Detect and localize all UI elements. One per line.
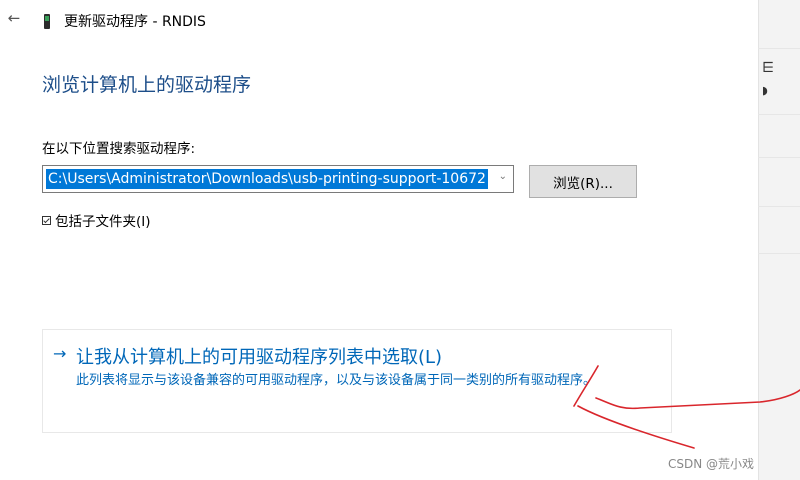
background-separator [758, 253, 800, 254]
right-arrow-icon: → [53, 344, 67, 363]
driver-path-value[interactable]: C:\Users\Administrator\Downloads\usb-pri… [46, 169, 488, 189]
background-separator [758, 206, 800, 207]
include-subfolders-label: 包括子文件夹(I) [55, 214, 151, 230]
background-separator [758, 48, 800, 49]
pick-from-list-title[interactable]: 让我从计算机上的可用驱动程序列表中选取(L) [76, 343, 442, 369]
pick-from-list-description: 此列表将显示与该设备兼容的可用驱动程序，以及与该设备属于同一类别的所有驱动程序。 [76, 373, 597, 388]
window-title: 更新驱动程序 - RNDIS [64, 14, 206, 30]
include-subfolders-checkbox[interactable] [42, 215, 51, 225]
background-glyph-icon: ◗ [762, 84, 768, 97]
device-icon [44, 13, 50, 29]
page-heading: 浏览计算机上的驱动程序 [42, 74, 252, 96]
back-arrow-icon[interactable]: ← [4, 8, 24, 28]
pick-from-list-option[interactable]: → 让我从计算机上的可用驱动程序列表中选取(L) 此列表将显示与该设备兼容的可用… [42, 329, 672, 433]
background-glyph-icon: ⋿ [762, 60, 775, 76]
include-subfolders-row[interactable]: 包括子文件夹(I) [42, 210, 151, 230]
update-driver-dialog: ← 更新驱动程序 - RNDIS 浏览计算机上的驱动程序 在以下位置搜索驱动程序… [0, 0, 758, 480]
csdn-watermark: CSDN @荒小戏 [668, 457, 755, 471]
window-divider [758, 0, 759, 480]
background-window-edge: ⋿ ◗ [758, 0, 800, 480]
background-separator [758, 157, 800, 158]
browse-button[interactable]: 浏览(R)... [529, 165, 637, 198]
chevron-down-icon[interactable]: ⌄ [499, 171, 507, 182]
background-separator [758, 114, 800, 115]
title-bar: 更新驱动程序 - RNDIS [44, 10, 206, 32]
search-location-label: 在以下位置搜索驱动程序: [42, 141, 196, 157]
driver-path-combobox[interactable]: C:\Users\Administrator\Downloads\usb-pri… [42, 165, 514, 193]
